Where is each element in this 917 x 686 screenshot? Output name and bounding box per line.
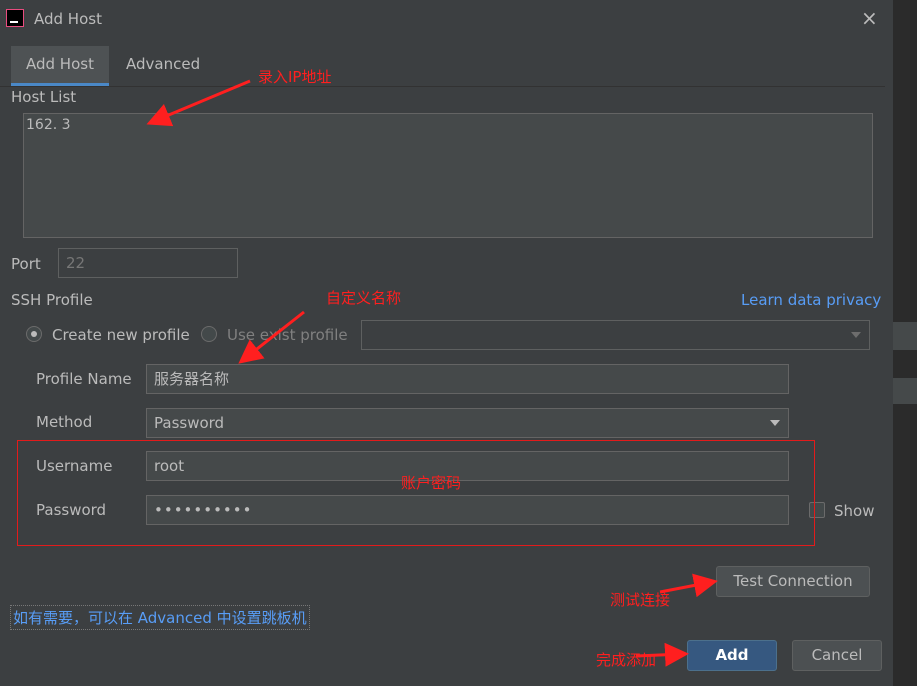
arrow-to-add xyxy=(635,642,689,667)
arrow-to-profile-name xyxy=(238,310,305,364)
arrow-to-test-connection xyxy=(659,573,718,598)
arrow-to-host-list xyxy=(146,79,251,127)
annotation-arrows xyxy=(146,79,718,667)
